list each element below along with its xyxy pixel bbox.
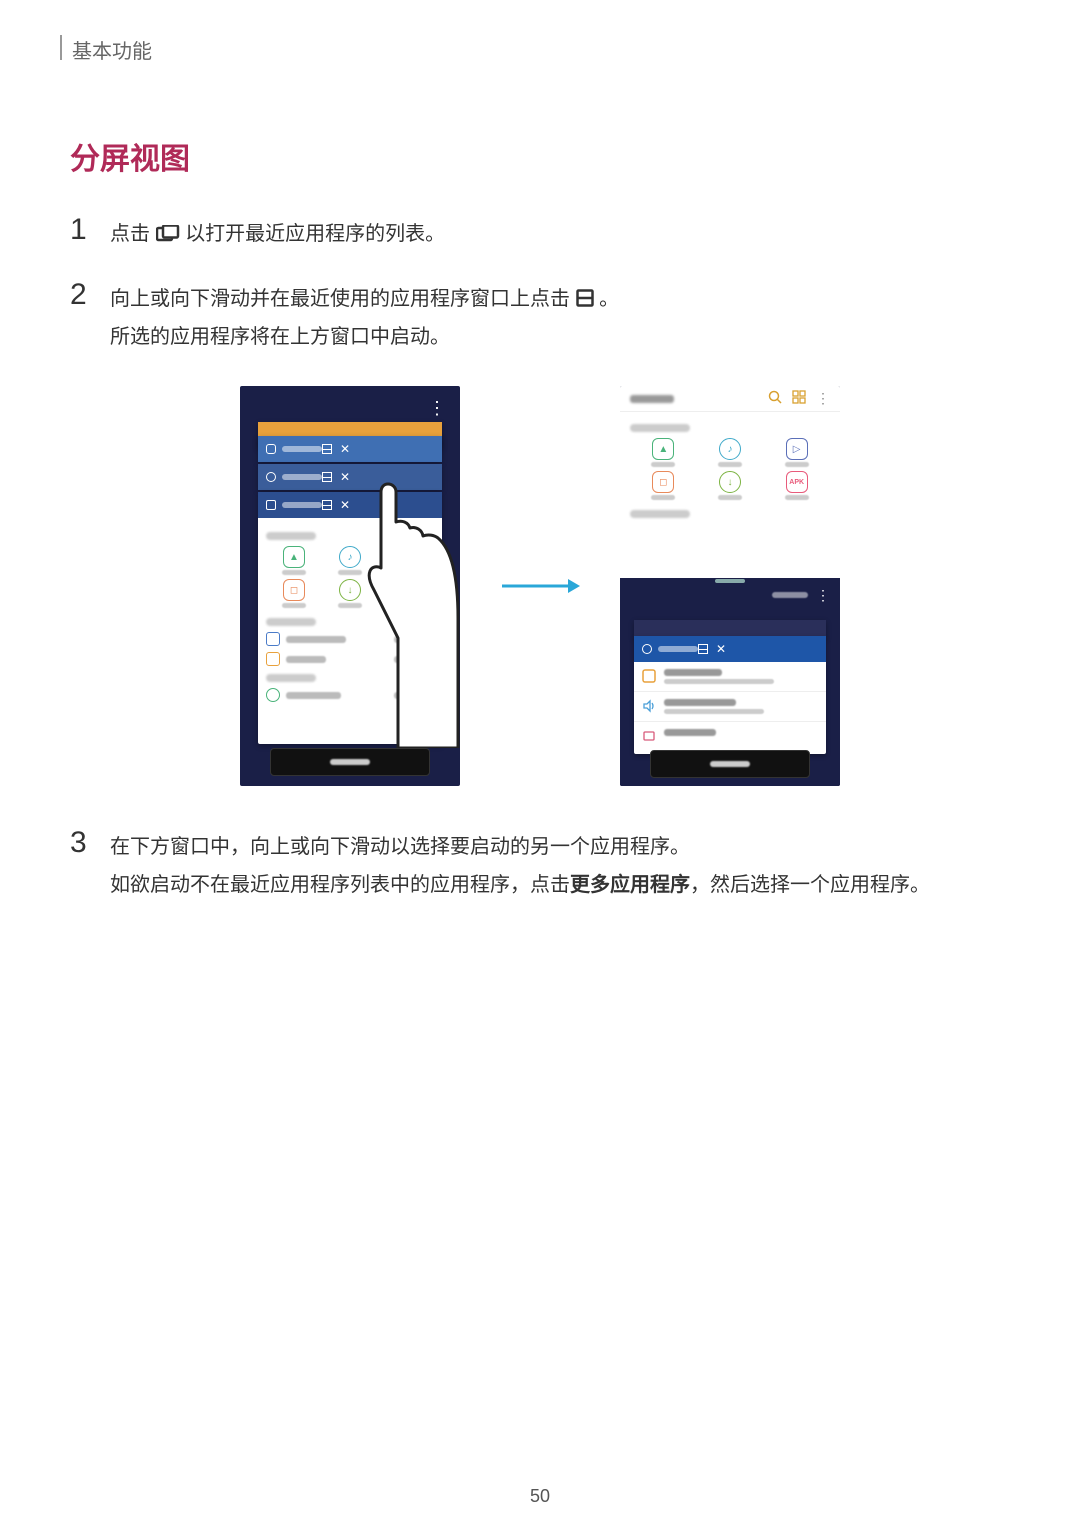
images-icon: ▲ bbox=[283, 546, 305, 568]
arrow-icon bbox=[500, 576, 580, 596]
top-app-myfiles: ⋮ ▲ ♪ ▷ ◻ ↓ APK bbox=[620, 386, 840, 578]
video-icon: ▷ bbox=[786, 438, 808, 460]
step-text: 点击 以打开最近应用程序的列表。 bbox=[110, 213, 445, 253]
split-icon bbox=[322, 444, 332, 454]
section-title: 分屏视图 bbox=[70, 134, 1020, 178]
close-all-button bbox=[650, 750, 810, 778]
recent-card-settings: ✕ bbox=[258, 464, 442, 490]
step-number: 1 bbox=[70, 213, 110, 253]
recent-card-internet: ✕ bbox=[258, 436, 442, 462]
page-number: 50 bbox=[0, 1486, 1080, 1507]
step-number: 3 bbox=[70, 826, 110, 904]
overflow-icon: ⋮ bbox=[816, 587, 830, 604]
internal-storage-icon bbox=[266, 632, 280, 646]
downloads-icon: ↓ bbox=[719, 471, 741, 493]
close-icon: ✕ bbox=[340, 443, 350, 455]
split-icon bbox=[322, 472, 332, 482]
recent-apps-icon bbox=[156, 218, 180, 236]
images-icon: ▲ bbox=[652, 438, 674, 460]
sd-card-icon bbox=[266, 652, 280, 666]
documents-icon: ◻ bbox=[652, 471, 674, 493]
phone-before: ⋮ ✕ ✕ ✕ bbox=[240, 386, 460, 786]
page-header: 基本功能 bbox=[72, 35, 1020, 64]
phone-after: ⋮ ▲ ♪ ▷ ◻ ↓ APK bbox=[620, 386, 840, 786]
recent-card-myfiles: ✕ ▲ ♪ ▷ ◻ ↓ APK bbox=[258, 492, 442, 744]
step-number: 2 bbox=[70, 278, 110, 356]
sound-icon bbox=[642, 699, 656, 713]
search-icon bbox=[768, 390, 782, 407]
more-apps-label bbox=[772, 592, 808, 598]
steps-list: 1 点击 以打开最近应用程序的列表。 2 向上或向下滑动并在最近使用的应用程序窗… bbox=[60, 213, 1020, 904]
close-all-button bbox=[270, 748, 430, 776]
step-text: 在下方窗口中，向上或向下滑动以选择要启动的另一个应用程序。 如欲启动不在最近应用… bbox=[110, 826, 930, 904]
header-divider bbox=[60, 35, 62, 60]
split-screen-icon bbox=[576, 282, 594, 300]
step-1: 1 点击 以打开最近应用程序的列表。 bbox=[70, 213, 1020, 253]
apk-icon: APK bbox=[786, 471, 808, 493]
connections-icon bbox=[642, 669, 656, 683]
close-icon: ✕ bbox=[716, 643, 726, 655]
notifications-icon bbox=[642, 729, 656, 743]
step-3: 3 在下方窗口中，向上或向下滑动以选择要启动的另一个应用程序。 如欲启动不在最近… bbox=[70, 826, 1020, 904]
apk-icon: APK bbox=[395, 579, 417, 601]
bottom-recents-panel: ⋮ ✕ bbox=[620, 584, 840, 786]
step-text: 向上或向下滑动并在最近使用的应用程序窗口上点击 。 所选的应用程序将在上方窗口中… bbox=[110, 278, 619, 356]
overflow-icon: ⋮ bbox=[428, 398, 446, 419]
split-icon bbox=[322, 500, 332, 510]
instruction-figure: ⋮ ✕ ✕ ✕ bbox=[60, 386, 1020, 786]
close-icon: ✕ bbox=[340, 471, 350, 483]
grid-view-icon bbox=[792, 390, 806, 407]
split-icon bbox=[698, 644, 708, 654]
audio-icon: ♪ bbox=[719, 438, 741, 460]
split-handle bbox=[715, 579, 745, 583]
overflow-icon: ⋮ bbox=[816, 390, 830, 407]
video-icon: ▷ bbox=[395, 546, 417, 568]
step-2: 2 向上或向下滑动并在最近使用的应用程序窗口上点击 。 所选的应用程序将在上方窗… bbox=[70, 278, 1020, 356]
cloud-icon bbox=[266, 688, 280, 702]
recent-card-settings: ✕ bbox=[634, 636, 826, 754]
audio-icon: ♪ bbox=[339, 546, 361, 568]
documents-icon: ◻ bbox=[283, 579, 305, 601]
close-icon: ✕ bbox=[340, 499, 350, 511]
app-title bbox=[630, 395, 674, 403]
downloads-icon: ↓ bbox=[339, 579, 361, 601]
